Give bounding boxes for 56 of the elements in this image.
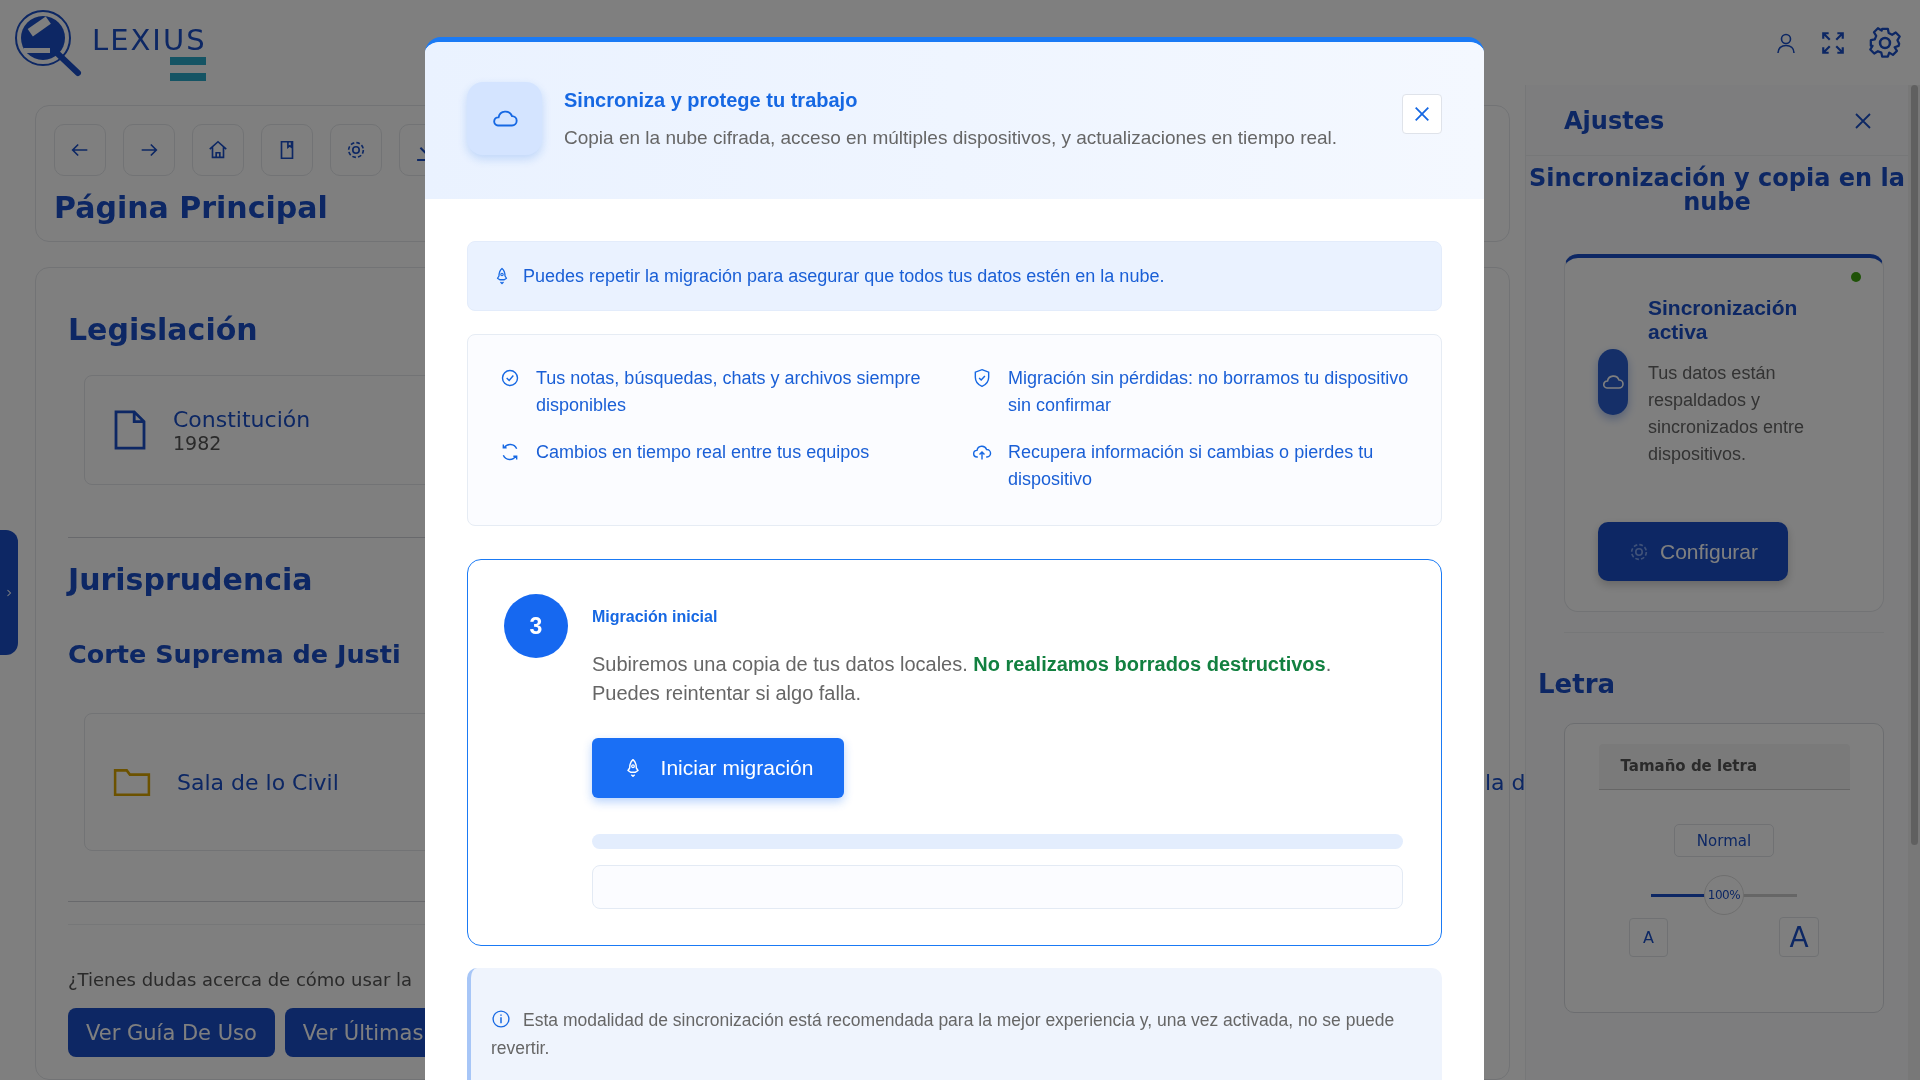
section-heading: Legislación [68,312,258,347]
bookmark-button[interactable] [261,124,313,176]
notice-text: Puedes repetir la migración para asegurar que todos tus datos estén en la nube. [523,265,1165,287]
preset-chip[interactable]: Normal [1674,824,1774,857]
increase-font-button[interactable]: A [1779,917,1819,957]
feature-text: Cambios en tiempo real entre tus equipos [536,441,870,464]
document-icon [113,409,147,451]
step-number: 3 [504,594,568,658]
feature-text: Migración sin pérdidas: no borramos tu dispositivo sin confirmar [1008,367,1409,417]
home-icon [207,139,229,161]
chevron-right-icon [6,588,12,597]
feature-text: Tus notas, búsquedas, chats y archivos siempre disponibles [536,367,922,417]
decrease-font-button[interactable]: A [1629,918,1668,957]
scrollbar[interactable] [1908,85,1920,1080]
cloud-icon [1598,349,1628,415]
close-icon [1413,105,1431,123]
help-button[interactable]: Ver Guía De Uso [68,1008,275,1057]
info-text: Esta modalidad de sincronización está recomendada para la mejor experiencia y, una vez activada, no se puede revertir. [491,1008,1396,1060]
step-description: Subiremos una copia de tus datos locales. No realizamos borrados destructivos. Puedes reintentar si algo falla. [592,652,1333,706]
flag-icon [169,57,206,81]
close-icon[interactable] [1853,111,1873,131]
configure-button[interactable]: Configurar [1598,522,1788,581]
dialog-title: Sincroniza y protege tu trabajo [564,88,859,112]
settings-icon [345,139,367,161]
folder-title: la d [1485,769,1526,795]
sync-description: Tus datos están respaldados y sincronizados entre dispositivos. [1648,362,1806,466]
help-text: ¿Tienes dudas acerca de cómo usar la [68,969,414,990]
shield-check-icon [972,368,992,388]
dialog-subtitle: Copia en la nube cifrada, acceso en múltiples dispositivos, y actualizaciones en tiempo real. [564,126,1339,149]
folder-title: Sala de lo Civil [177,769,339,795]
section-heading: Jurisprudencia [68,562,313,597]
document-year: 1982 [173,431,223,454]
panel-title: Ajustes [1564,107,1665,135]
sidebar-toggle[interactable] [0,530,18,655]
font-size-header: Tamaño de letra [1598,744,1850,790]
logo-text: LEXIUS [92,26,207,55]
folder-icon [113,767,151,797]
close-button[interactable] [1402,94,1442,134]
page-title: Página Principal [54,190,329,225]
font-size-slider[interactable]: 100% [1651,875,1797,915]
settings-icon[interactable] [1868,25,1902,60]
sync-icon [500,442,520,462]
fullscreen-icon[interactable] [1820,29,1846,56]
document-title: Constitución [173,406,311,432]
check-circle-icon [500,368,520,388]
settings-button[interactable] [330,124,382,176]
start-migration-button[interactable]: Iniciar migración [592,738,844,798]
step-title: Migración inicial [592,608,719,626]
info-icon [491,1009,511,1029]
section-heading: Letra [1538,669,1616,699]
court-heading: Corte Suprema de Justi [68,639,401,669]
cloud-icon [467,82,542,155]
sync-status-title: Sincronización activa [1648,296,1799,344]
home-button[interactable] [192,124,244,176]
section-heading: Sincronización y copia en la nube [1528,166,1906,214]
feature-text: Recupera información si cambias o pierdes tu dispositivo [1008,441,1375,491]
